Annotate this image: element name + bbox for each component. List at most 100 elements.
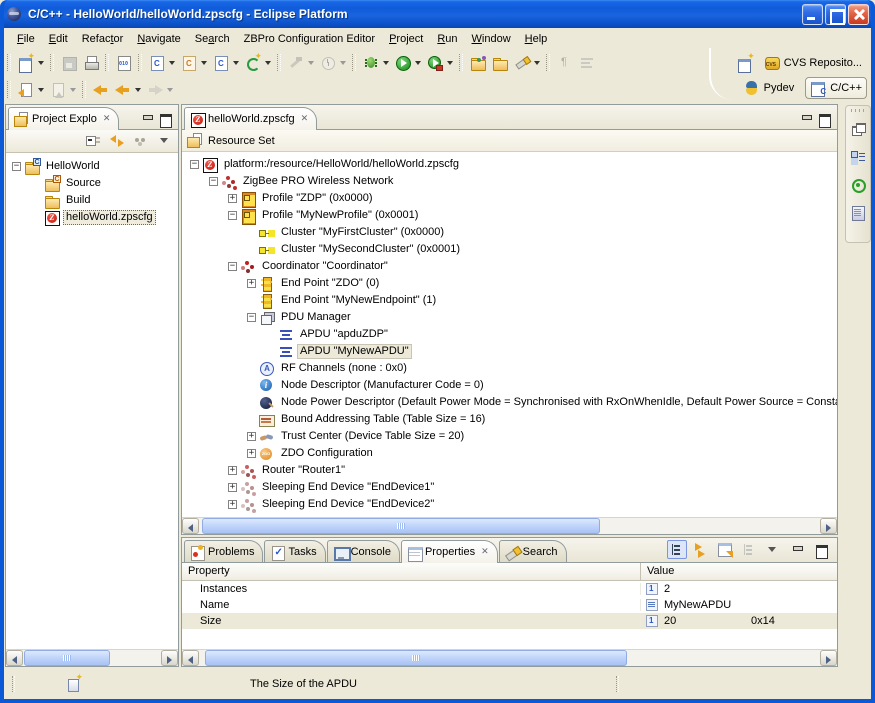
dropdown-arrow-icon[interactable]	[38, 88, 44, 92]
fast-view-icon[interactable]	[66, 676, 82, 692]
scroll-left-button[interactable]	[6, 650, 23, 666]
tree-item[interactable]: +Sleeping End Device "EndDevice2"	[182, 496, 837, 513]
tree-item[interactable]: +Sleeping End Device "EndDevice1"	[182, 479, 837, 496]
scroll-right-button[interactable]	[820, 518, 837, 534]
new-c-project-button[interactable]	[210, 52, 232, 74]
tree-item[interactable]: APDU "MyNewAPDU"	[182, 343, 837, 360]
tree-item[interactable]: −ZigBee PRO Wireless Network	[182, 173, 837, 190]
tab-search[interactable]: Search	[499, 540, 567, 562]
tree-item[interactable]: +Router "Router1"	[182, 462, 837, 479]
dropdown-arrow-icon[interactable]	[534, 61, 540, 65]
column-header-value[interactable]: Value	[641, 563, 678, 580]
scroll-left-button[interactable]	[182, 518, 199, 534]
fast-view-restore-view-button[interactable]	[850, 121, 866, 140]
perspective-cvsreposito[interactable]: CVS Reposito...	[759, 52, 867, 74]
dropdown-arrow-icon[interactable]	[233, 61, 239, 65]
tree-item[interactable]: −Coordinator "Coordinator"	[182, 258, 837, 275]
view-menu-button[interactable]	[132, 132, 150, 150]
tab-console[interactable]: Console	[327, 540, 400, 562]
table-row[interactable]: Instances2	[182, 581, 837, 597]
tree-expander-icon[interactable]: +	[228, 194, 237, 203]
tree-expander-icon[interactable]: +	[247, 432, 256, 441]
new-perspective-icon[interactable]	[737, 55, 753, 71]
tree-mode-button[interactable]	[667, 540, 687, 559]
tree-item[interactable]: helloWorld.zpscfg	[6, 209, 178, 226]
tree-expander-icon[interactable]: −	[228, 262, 237, 271]
back-strong-button[interactable]	[90, 79, 112, 101]
open-type-button[interactable]	[467, 52, 489, 74]
tree-item[interactable]: Node Descriptor (Manufacturer Code = 0)	[182, 377, 837, 394]
tree-item[interactable]: RF Channels (none : 0x0)	[182, 360, 837, 377]
menu-item-refactor[interactable]: Refactor	[75, 31, 131, 47]
scroll-right-button[interactable]	[161, 650, 178, 666]
dropdown-arrow-icon[interactable]	[383, 61, 389, 65]
restore-default-button[interactable]	[715, 540, 735, 559]
dropdown-arrow-icon[interactable]	[265, 61, 271, 65]
scroll-left-button[interactable]	[182, 650, 199, 666]
minimize-view-button[interactable]	[141, 113, 154, 125]
menu-item-edit[interactable]: Edit	[42, 31, 75, 47]
run-button[interactable]	[392, 52, 414, 74]
maximize-button[interactable]	[811, 540, 831, 559]
tree-expander-icon[interactable]: −	[190, 160, 199, 169]
menu-item-window[interactable]: Window	[465, 31, 518, 47]
tree-expander-icon[interactable]: +	[228, 483, 237, 492]
tree-item[interactable]: Bound Addressing Table (Table Size = 16)	[182, 411, 837, 428]
tree-expander-icon[interactable]: −	[12, 162, 21, 171]
tree-expander-icon[interactable]: +	[228, 500, 237, 509]
menu-item-project[interactable]: Project	[382, 31, 430, 47]
print-button[interactable]	[80, 52, 102, 74]
minimize-editor-button[interactable]	[800, 113, 813, 125]
close-icon[interactable]: ✕	[301, 114, 309, 124]
tree-item[interactable]: −CHelloWorld	[6, 158, 178, 175]
dropdown-button[interactable]	[763, 540, 783, 559]
property-value-cell[interactable]: 2	[641, 581, 837, 597]
table-row[interactable]: Size200x14	[182, 613, 837, 629]
tree-expander-icon[interactable]: −	[209, 177, 218, 186]
scroll-thumb[interactable]	[24, 650, 110, 666]
mark-occurrences-button[interactable]	[511, 52, 533, 74]
tab-editor-helloworld-zpscfg[interactable]: helloWorld.zpscfg ✕	[184, 107, 317, 130]
property-value-cell[interactable]: MyNewAPDU	[641, 597, 837, 613]
dropdown-arrow-icon[interactable]	[447, 61, 453, 65]
tree-expander-icon[interactable]: +	[247, 449, 256, 458]
collapse-all-button[interactable]	[84, 132, 102, 150]
run-external-button[interactable]	[424, 52, 446, 74]
new-c-class-button[interactable]	[178, 52, 200, 74]
tree-expander-icon[interactable]: +	[228, 466, 237, 475]
last-edit-button[interactable]	[15, 79, 37, 101]
properties-hscrollbar[interactable]	[182, 649, 837, 666]
window-maximize-button[interactable]	[825, 4, 846, 25]
tree-item[interactable]: −Profile "MyNewProfile" (0x0001)	[182, 207, 837, 224]
new-wizard-button[interactable]	[15, 52, 37, 74]
scroll-thumb[interactable]	[205, 650, 627, 666]
tree-item[interactable]: Cluster "MyFirstCluster" (0x0000)	[182, 224, 837, 241]
tree-item[interactable]: +ZDO Configuration	[182, 445, 837, 462]
column-header-property[interactable]: Property	[182, 563, 641, 580]
open-resource-button[interactable]	[489, 52, 511, 74]
scroll-right-button[interactable]	[820, 650, 837, 666]
fast-view-document-button[interactable]	[850, 205, 866, 224]
tree-expander-icon[interactable]: −	[228, 211, 237, 220]
tree-item[interactable]: +Profile "ZDP" (0x0000)	[182, 190, 837, 207]
window-close-button[interactable]	[848, 4, 869, 25]
menu-item-search[interactable]: Search	[188, 31, 237, 47]
table-row[interactable]: NameMyNewAPDU	[182, 597, 837, 613]
fast-view-outline-button[interactable]	[850, 149, 866, 168]
drag-handle[interactable]	[851, 109, 865, 112]
tree-item[interactable]: +Trust Center (Device Table Size = 20)	[182, 428, 837, 445]
link-editor-button[interactable]	[108, 132, 126, 150]
property-value-cell[interactable]: 200x14	[641, 613, 837, 629]
editor-hscrollbar[interactable]	[182, 517, 837, 534]
menu-item-help[interactable]: Help	[518, 31, 555, 47]
dropdown-arrow-icon[interactable]	[201, 61, 207, 65]
tab-problems[interactable]: Problems	[184, 540, 263, 562]
tree-item[interactable]: Cluster "MySecondCluster" (0x0001)	[182, 241, 837, 258]
back-button[interactable]	[112, 79, 134, 101]
maximize-editor-button[interactable]	[818, 113, 831, 125]
dropdown-arrow-icon[interactable]	[135, 88, 141, 92]
tree-item[interactable]: −platform:/resource/HelloWorld/helloWorl…	[182, 156, 837, 173]
maximize-view-button[interactable]	[159, 113, 172, 125]
minimize-button[interactable]	[787, 540, 807, 559]
new-c-file-button[interactable]	[146, 52, 168, 74]
